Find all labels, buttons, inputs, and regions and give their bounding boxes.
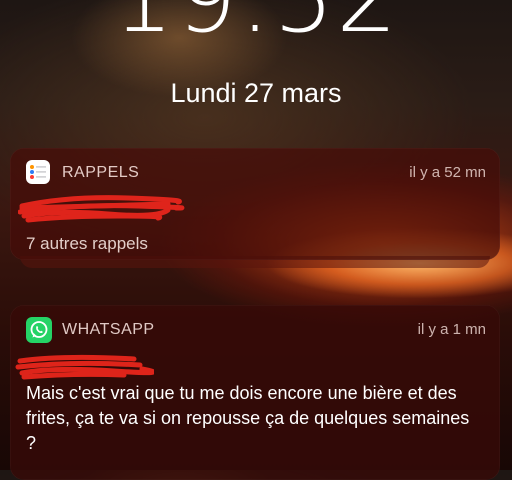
app-name: WHATSAPP [62,321,155,338]
notification-time: il y a 52 mn [409,164,486,181]
notification-header: RAPPELS il y a 52 mn [22,160,486,186]
app-name: RAPPELS [62,164,140,181]
notification-message: Mais c'est vrai que tu me dois encore un… [26,383,470,453]
whatsapp-icon [26,317,52,343]
redaction-scribble [18,195,185,223]
redaction-scribble [15,354,154,380]
notification-header: WHATSAPP il y a 1 mn [22,317,486,343]
reminders-icon [26,160,50,184]
notification-reminders[interactable]: RAPPELS il y a 52 mn 7 autres rappels [10,148,500,260]
notification-whatsapp[interactable]: WHATSAPP il y a 1 mn Mais c'est vrai que… [10,305,500,480]
notification-time: il y a 1 mn [417,321,486,338]
notification-body: 7 autres rappels [26,234,148,253]
lock-date: Lundi 27 mars [170,78,342,108]
lock-clock: 19:52 [0,0,512,54]
